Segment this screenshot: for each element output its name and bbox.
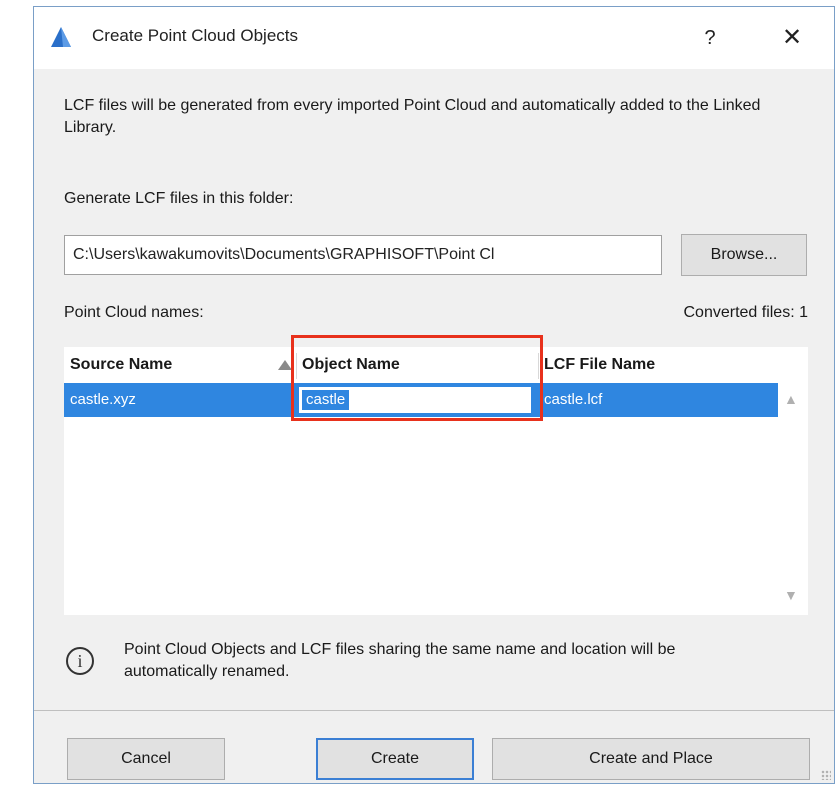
rename-note: Point Cloud Objects and LCF files sharin… xyxy=(124,641,676,680)
create-and-place-button[interactable]: Create and Place xyxy=(492,738,810,780)
object-name-highlight-box xyxy=(291,335,543,421)
folder-label: Generate LCF files in this folder: xyxy=(64,190,294,207)
column-header-lcf-file-name[interactable]: LCF File Name xyxy=(544,356,655,374)
info-icon: i xyxy=(66,647,94,675)
title-bar: Create Point Cloud Objects ? ✕ xyxy=(34,7,834,69)
scroll-down-icon[interactable]: ▼ xyxy=(784,587,798,603)
converted-files-count: Converted files: 1 xyxy=(683,304,808,321)
browse-button[interactable]: Browse... xyxy=(681,234,807,276)
point-cloud-names-label: Point Cloud names: xyxy=(64,304,204,321)
archicad-logo-icon xyxy=(51,27,71,47)
lcf-file-name-cell: castle.lcf xyxy=(544,391,603,408)
column-header-source-name[interactable]: Source Name xyxy=(70,356,172,374)
cancel-button[interactable]: Cancel xyxy=(67,738,225,780)
folder-path-field[interactable]: C:\Users\kawakumovits\Documents\GRAPHISO… xyxy=(64,235,662,275)
help-button[interactable]: ? xyxy=(690,19,730,57)
create-button[interactable]: Create xyxy=(316,738,474,780)
close-button[interactable]: ✕ xyxy=(770,19,814,57)
intro-text: LCF files will be generated from every i… xyxy=(64,97,761,136)
resize-grip-icon[interactable] xyxy=(821,770,831,780)
create-point-cloud-dialog: Create Point Cloud Objects ? ✕ LCF files… xyxy=(33,6,835,784)
sort-ascending-icon xyxy=(278,360,292,370)
scroll-up-icon[interactable]: ▲ xyxy=(784,391,798,407)
footer-separator xyxy=(34,710,834,711)
source-name-cell: castle.xyz xyxy=(70,391,136,408)
window-title: Create Point Cloud Objects xyxy=(92,26,298,45)
